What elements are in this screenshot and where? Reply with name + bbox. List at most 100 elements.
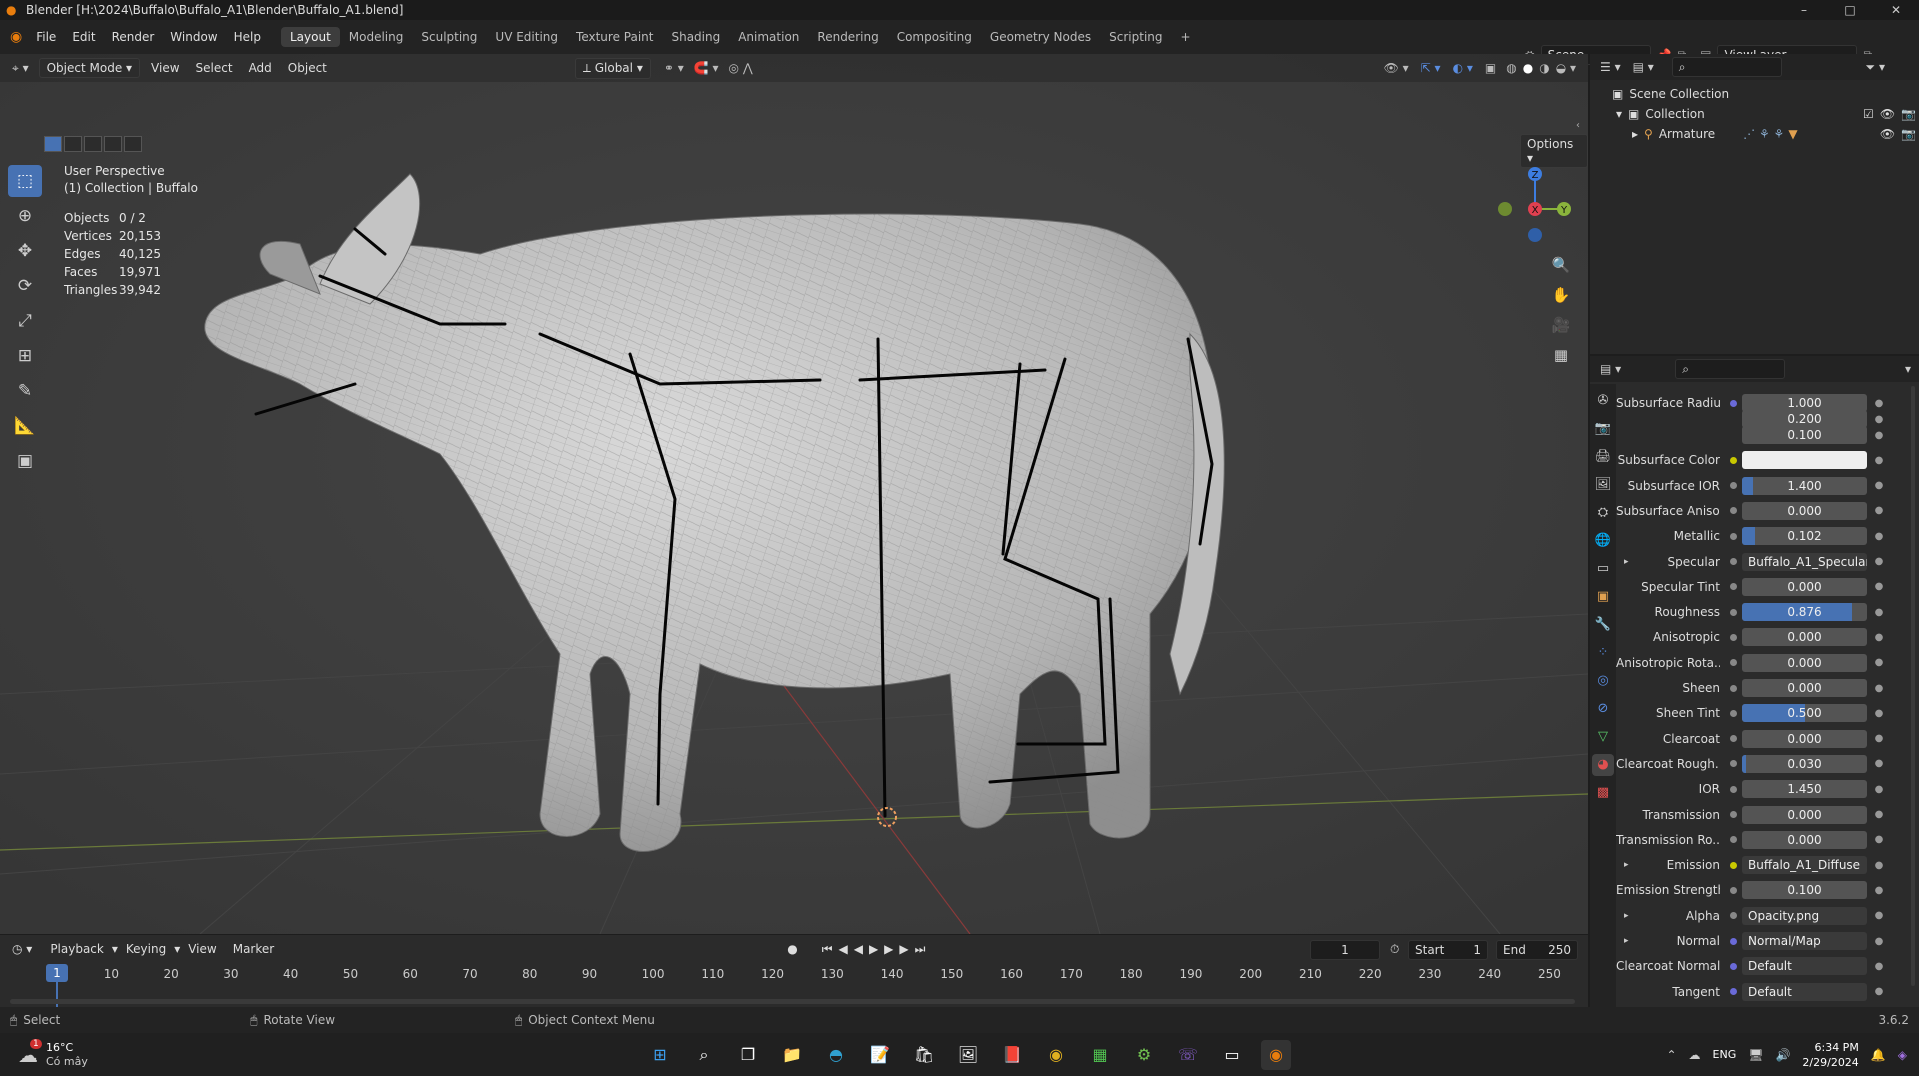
settings-app-icon[interactable]: ⚙ (1129, 1040, 1159, 1070)
minimize-button[interactable]: – (1781, 0, 1827, 20)
gizmo-toggle-icon[interactable]: ⇱ ▾ (1421, 61, 1441, 75)
tab-scripting[interactable]: Scripting (1100, 27, 1171, 47)
tab-shading[interactable]: Shading (662, 27, 729, 47)
visibility-icon[interactable]: 👁 ▾ (1384, 61, 1409, 75)
socket-dot-icon[interactable] (1730, 399, 1737, 407)
keyframe-dot-icon[interactable]: ● (1873, 505, 1885, 516)
keyframe-dot-icon[interactable]: ● (1873, 455, 1885, 466)
start-button-icon[interactable]: ⊞ (645, 1040, 675, 1070)
frame-ruler[interactable]: 1102030405060708090100110120130140150160… (0, 965, 1588, 987)
keyframe-dot-icon[interactable]: ● (1873, 581, 1885, 592)
output-tab-icon[interactable]: 🖨 (1592, 446, 1614, 468)
keyframe-dot-icon[interactable]: ● (1873, 809, 1885, 820)
modifier-tab-icon[interactable]: 🔧 (1592, 614, 1614, 636)
scale-tool-icon[interactable]: ⤢ (8, 305, 42, 337)
keyframe-dot-icon[interactable]: ● (1873, 961, 1885, 972)
notification-bell-icon[interactable]: 🔔 (1871, 1048, 1886, 1062)
property-field[interactable]: 0.000 (1742, 805, 1867, 824)
overlay-toggle-icon[interactable]: ◐ ▾ (1453, 61, 1473, 75)
playback-controls[interactable]: ⏮◀◀▶▶▶⏭ (822, 942, 932, 957)
add-cube-tool-icon[interactable]: ▣ (8, 445, 42, 477)
tab-compositing[interactable]: Compositing (888, 27, 981, 47)
socket-dot-icon[interactable] (1730, 558, 1737, 565)
outliner-search-field[interactable]: ⌕ (1671, 57, 1782, 77)
socket-dot-icon[interactable] (1730, 937, 1737, 945)
collection-tab-icon[interactable]: ▭ (1592, 558, 1614, 580)
volume-icon[interactable]: 🔊 (1775, 1048, 1790, 1062)
collection-render-icon[interactable]: 📷 (1901, 107, 1916, 121)
tab-sculpting[interactable]: Sculpting (412, 27, 486, 47)
property-field[interactable]: 0.000 (1742, 679, 1867, 697)
snap-icon[interactable]: 🧲 ▾ (694, 61, 719, 75)
navigation-gizmo[interactable]: Z Y X (1485, 164, 1575, 254)
file-explorer-icon[interactable]: 📁 (777, 1040, 807, 1070)
sidebar-toggle-icon[interactable]: ‹ (1576, 120, 1580, 131)
socket-dot-icon[interactable] (1730, 988, 1737, 996)
zoom-icon[interactable]: 🔍 (1548, 252, 1574, 278)
socket-dot-icon[interactable] (1730, 633, 1737, 641)
gizmo-neg-y-handle[interactable] (1498, 202, 1512, 216)
record-icon[interactable]: ● (787, 942, 797, 956)
socket-dot-icon[interactable] (1730, 432, 1737, 439)
start-frame-field[interactable]: Start 1 (1408, 940, 1488, 960)
collection-visibility-icon[interactable]: 👁 (1880, 107, 1895, 121)
property-field[interactable]: 0.030 (1742, 754, 1867, 773)
task-view-icon[interactable]: ❐ (733, 1040, 763, 1070)
socket-dot-icon[interactable] (1730, 684, 1737, 692)
timeline-menu-marker[interactable]: Marker (225, 942, 282, 956)
tray-overflow-icon[interactable]: ⌃ (1666, 1048, 1676, 1062)
select-subtract-icon[interactable] (84, 136, 102, 152)
tab-rendering[interactable]: Rendering (808, 27, 887, 47)
cursor-tool-icon[interactable]: ⊕ (8, 200, 42, 232)
3d-viewport[interactable]: ⌖ ▾ Object Mode ▾ View Select Add Object ⟂ … (0, 54, 1588, 934)
copilot-icon[interactable]: ◈ (1898, 1048, 1907, 1062)
menu-edit[interactable]: Edit (64, 20, 103, 54)
material-shading-icon[interactable]: ◑ (1539, 61, 1549, 75)
property-field[interactable]: Opacity.png (1742, 906, 1867, 925)
keyframe-dot-icon[interactable]: ● (1873, 758, 1885, 769)
outliner-row-armature[interactable]: ▸ ⚲ Armature ⋰ ⚘ ⚘ ▼ 👁 📷 (1632, 124, 1916, 144)
move-tool-icon[interactable]: ✥ (8, 235, 42, 267)
collapse-arrow-icon[interactable]: ▾ (1616, 107, 1622, 121)
viewport-menu-view[interactable]: View (143, 61, 187, 75)
select-intersect-icon[interactable] (124, 136, 142, 152)
pdf-app-icon[interactable]: 📕 (997, 1040, 1027, 1070)
socket-dot-icon[interactable] (1730, 507, 1737, 515)
property-field[interactable]: Buffalo_A1_Specular (1742, 552, 1867, 571)
keyframe-dot-icon[interactable]: ● (1873, 683, 1885, 694)
keyframe-dot-icon[interactable]: ● (1873, 414, 1885, 425)
network-icon[interactable]: 🖥 (1748, 1048, 1763, 1062)
socket-dot-icon[interactable] (1730, 608, 1737, 616)
onedrive-icon[interactable]: ☁ (1689, 1048, 1701, 1062)
socket-dot-icon[interactable] (1730, 912, 1737, 920)
menu-file[interactable]: File (28, 20, 64, 54)
expand-arrow-icon[interactable]: ▸ (1632, 127, 1638, 141)
maximize-button[interactable]: □ (1827, 0, 1873, 20)
property-field[interactable]: 0.000 (1742, 628, 1867, 647)
keyframe-dot-icon[interactable]: ● (1873, 657, 1885, 668)
property-field[interactable]: Default (1742, 957, 1867, 976)
tab-layout[interactable]: Layout (280, 27, 340, 47)
socket-dot-icon[interactable] (1730, 735, 1737, 743)
keyframe-dot-icon[interactable]: ● (1873, 860, 1885, 871)
tab-geometry-nodes[interactable]: Geometry Nodes (981, 27, 1100, 47)
display-mode-icon[interactable]: ▤ ▾ (1633, 60, 1654, 74)
keyframe-dot-icon[interactable]: ● (1873, 936, 1885, 947)
search-icon[interactable]: ⌕ (689, 1040, 719, 1070)
constraints-tab-icon[interactable]: ⊘ (1592, 698, 1614, 720)
socket-dot-icon[interactable] (1730, 659, 1737, 667)
viewport-menu-object[interactable]: Object (280, 61, 335, 75)
tool-tab-icon[interactable]: ✇ (1592, 390, 1614, 412)
end-frame-field[interactable]: End 250 (1496, 940, 1578, 960)
keyframe-dot-icon[interactable]: ● (1873, 708, 1885, 719)
store-icon[interactable]: 🛍 (909, 1040, 939, 1070)
viber-icon[interactable]: ☏ (1173, 1040, 1203, 1070)
blender-taskbar-icon[interactable]: ◉ (1261, 1039, 1291, 1070)
transform-tool-icon[interactable]: ⊞ (8, 340, 42, 372)
property-field[interactable]: 0.000 (1742, 830, 1867, 849)
socket-dot-icon[interactable] (1730, 760, 1737, 768)
material-tab-icon[interactable]: ◕ (1592, 754, 1614, 776)
keyframe-dot-icon[interactable]: ● (1873, 531, 1885, 542)
properties-editor-type-icon[interactable]: ▤ ▾ (1600, 362, 1621, 376)
select-box-tool-icon[interactable]: ⬚ (8, 165, 42, 197)
